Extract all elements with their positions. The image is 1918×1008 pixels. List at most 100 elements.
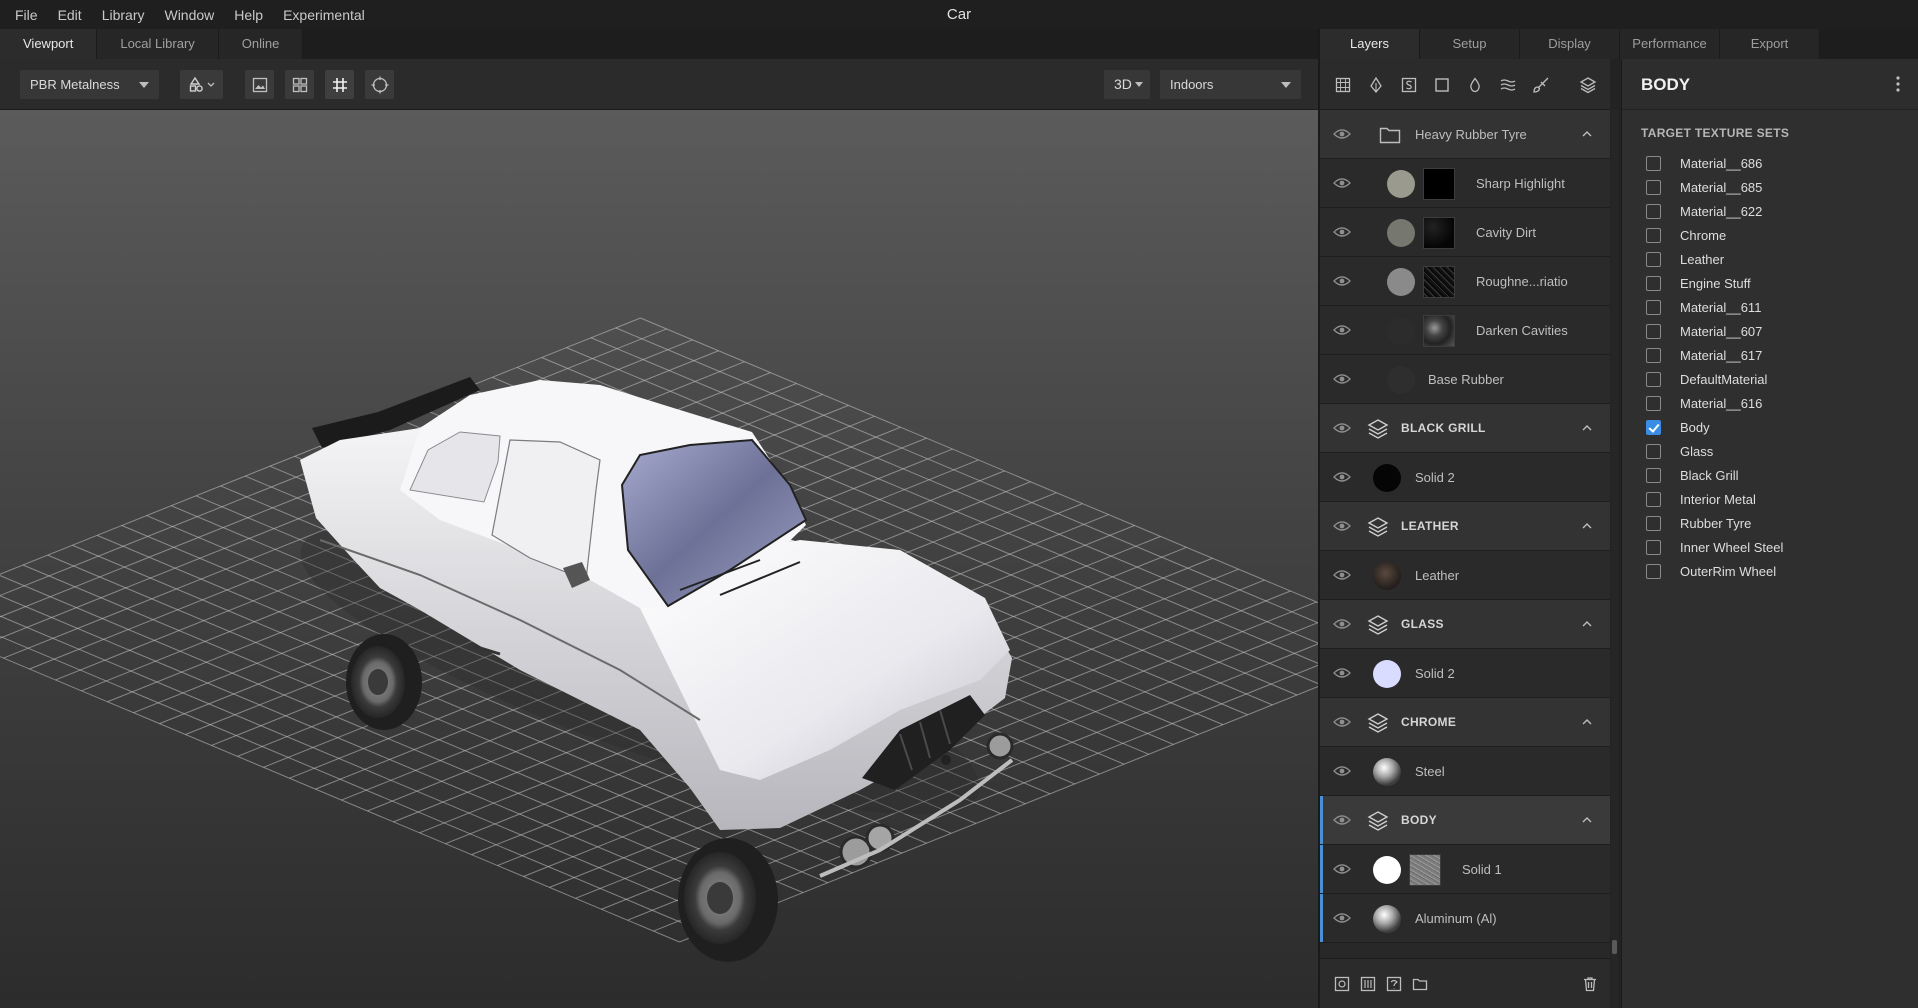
texture-set-item[interactable]: DefaultMaterial <box>1646 367 1783 391</box>
texture-set-item[interactable]: Glass <box>1646 439 1783 463</box>
eye-icon[interactable] <box>1333 862 1351 876</box>
chevron-up-icon[interactable] <box>1582 129 1592 139</box>
texture-set-item[interactable]: Leather <box>1646 247 1783 271</box>
texture-set-item[interactable]: Material__617 <box>1646 343 1783 367</box>
texture-set-checkbox[interactable] <box>1646 443 1661 459</box>
menu-edit[interactable]: Edit <box>44 7 82 23</box>
texture-set-checkbox[interactable] <box>1646 227 1661 243</box>
tab-viewport[interactable]: Viewport <box>0 29 98 59</box>
mask-thumbnail[interactable] <box>1423 266 1455 298</box>
texture-set-checkbox[interactable] <box>1646 251 1661 267</box>
texture-set-checkbox[interactable] <box>1646 347 1661 363</box>
add-mask-icon[interactable] <box>1386 976 1402 992</box>
eye-icon[interactable] <box>1333 764 1351 778</box>
3d-viewport[interactable] <box>0 110 1318 1008</box>
tab-local-library[interactable]: Local Library <box>97 29 219 59</box>
texture-set-item[interactable]: Material__686 <box>1646 151 1783 175</box>
texture-set-checkbox[interactable] <box>1646 155 1661 171</box>
view-mode-dropdown[interactable]: 3D <box>1104 70 1150 99</box>
chevron-up-icon[interactable] <box>1582 619 1592 629</box>
texture-set-checkbox[interactable] <box>1646 395 1661 411</box>
eye-icon[interactable] <box>1333 911 1351 925</box>
texture-set-item[interactable]: Material__622 <box>1646 199 1783 223</box>
texture-set-item[interactable]: Body <box>1646 415 1783 439</box>
tab-online[interactable]: Online <box>218 29 304 59</box>
texture-set-checkbox[interactable] <box>1646 467 1661 483</box>
pen-nib-icon[interactable] <box>1366 75 1386 95</box>
tab-performance[interactable]: Performance <box>1620 29 1720 59</box>
layer-group[interactable]: BLACK GRILL <box>1320 404 1610 453</box>
color-swatch[interactable] <box>1387 268 1415 296</box>
texture-set-checkbox[interactable] <box>1646 323 1661 339</box>
texture-set-checkbox[interactable] <box>1646 179 1661 195</box>
layer-item[interactable]: Cavity Dirt <box>1320 208 1610 257</box>
trash-icon[interactable] <box>1582 976 1598 992</box>
layer-folder[interactable]: Heavy Rubber Tyre <box>1320 110 1610 159</box>
brush-icon[interactable] <box>1531 75 1551 95</box>
color-swatch[interactable] <box>1387 219 1415 247</box>
texture-set-item[interactable]: Material__685 <box>1646 175 1783 199</box>
layer-group[interactable]: LEATHER <box>1320 502 1610 551</box>
mask-thumbnail[interactable] <box>1409 854 1441 886</box>
add-folder-icon[interactable] <box>1412 976 1428 992</box>
eye-icon[interactable] <box>1333 323 1351 337</box>
layer-group[interactable]: GLASS <box>1320 600 1610 649</box>
texture-set-checkbox[interactable] <box>1646 419 1661 435</box>
menu-help[interactable]: Help <box>220 7 263 23</box>
scrollbar-thumb[interactable] <box>1612 940 1617 954</box>
texture-set-checkbox[interactable] <box>1646 515 1661 531</box>
layers-icon[interactable] <box>1578 75 1598 95</box>
texture-set-item[interactable]: Black Grill <box>1646 463 1783 487</box>
texture-set-checkbox[interactable] <box>1646 539 1661 555</box>
texture-set-item[interactable]: Rubber Tyre <box>1646 511 1783 535</box>
layer-item[interactable]: Steel <box>1320 747 1610 796</box>
texture-set-checkbox[interactable] <box>1646 275 1661 291</box>
texture-set-item[interactable]: Material__607 <box>1646 319 1783 343</box>
layer-item[interactable]: Base Rubber <box>1320 355 1610 404</box>
texture-set-item[interactable]: Material__616 <box>1646 391 1783 415</box>
eye-icon[interactable] <box>1333 617 1351 631</box>
layer-group[interactable]: BODY <box>1320 796 1610 845</box>
layer-item[interactable]: Solid 2 <box>1320 453 1610 502</box>
grid-toggle-button[interactable] <box>325 70 354 99</box>
chevron-up-icon[interactable] <box>1582 423 1592 433</box>
texture-set-checkbox[interactable] <box>1646 491 1661 507</box>
menu-library[interactable]: Library <box>88 7 145 23</box>
menu-window[interactable]: Window <box>150 7 214 23</box>
eye-icon[interactable] <box>1333 470 1351 484</box>
tab-layers[interactable]: Layers <box>1320 29 1420 59</box>
menu-file[interactable]: File <box>0 7 38 23</box>
shapes-dropdown-button[interactable] <box>180 70 223 99</box>
texture-set-item[interactable]: OuterRim Wheel <box>1646 559 1783 583</box>
texture-set-checkbox[interactable] <box>1646 563 1661 579</box>
eye-icon[interactable] <box>1333 127 1351 141</box>
layer-item[interactable]: Roughne...riatio <box>1320 257 1610 306</box>
eye-icon[interactable] <box>1333 372 1351 386</box>
tab-setup[interactable]: Setup <box>1420 29 1520 59</box>
material-swatch[interactable] <box>1373 758 1401 786</box>
layer-item[interactable]: Solid 2 <box>1320 649 1610 698</box>
tab-display[interactable]: Display <box>1520 29 1620 59</box>
texture-set-item[interactable]: Material__611 <box>1646 295 1783 319</box>
texture-set-item[interactable]: Interior Metal <box>1646 487 1783 511</box>
split-view-button[interactable] <box>285 70 314 99</box>
chevron-up-icon[interactable] <box>1582 717 1592 727</box>
color-swatch[interactable] <box>1373 856 1401 884</box>
color-swatch[interactable] <box>1387 366 1415 394</box>
stencil-s-icon[interactable] <box>1399 75 1419 95</box>
eye-icon[interactable] <box>1333 666 1351 680</box>
mask-thumbnail[interactable] <box>1423 217 1455 249</box>
tab-export[interactable]: Export <box>1720 29 1820 59</box>
eye-icon[interactable] <box>1333 421 1351 435</box>
chevron-up-icon[interactable] <box>1582 815 1592 825</box>
waves-icon[interactable] <box>1498 75 1518 95</box>
layer-group[interactable]: CHROME <box>1320 698 1610 747</box>
color-swatch[interactable] <box>1373 464 1401 492</box>
eye-icon[interactable] <box>1333 176 1351 190</box>
layer-item[interactable]: Sharp Highlight <box>1320 159 1610 208</box>
color-swatch[interactable] <box>1387 317 1415 345</box>
grid-icon[interactable] <box>1333 75 1353 95</box>
texture-set-item[interactable]: Inner Wheel Steel <box>1646 535 1783 559</box>
chevron-up-icon[interactable] <box>1582 521 1592 531</box>
more-options-icon[interactable] <box>1896 75 1900 93</box>
